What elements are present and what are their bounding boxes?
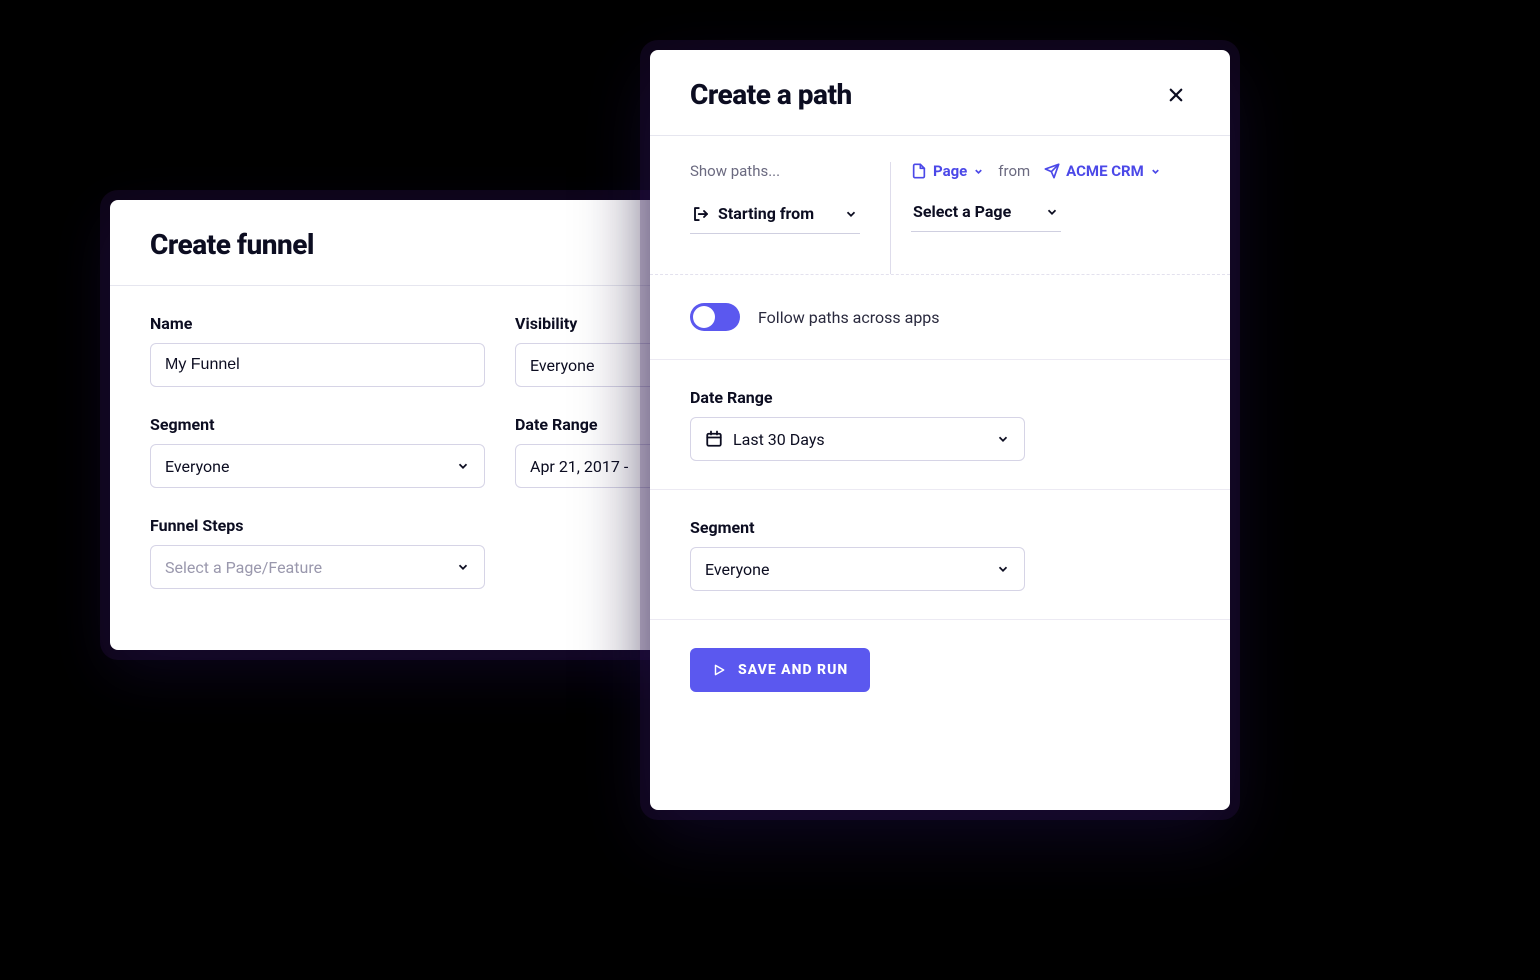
path-type-value: Page: [933, 162, 967, 180]
page-icon: [911, 163, 927, 179]
funnel-name-field[interactable]: [165, 356, 470, 374]
path-type-select[interactable]: Page: [911, 162, 984, 180]
show-paths-label: Show paths...: [690, 162, 870, 180]
funnel-steps-select[interactable]: Select a Page/Feature: [150, 545, 485, 589]
chevron-down-icon: [973, 166, 984, 177]
save-and-run-label: SAVE AND RUN: [738, 662, 848, 678]
chevron-down-icon: [456, 459, 470, 473]
calendar-icon: [705, 430, 723, 448]
close-button[interactable]: [1162, 81, 1190, 109]
chevron-down-icon: [1150, 166, 1161, 177]
chevron-down-icon: [844, 207, 858, 221]
select-page-value: Select a Page: [913, 202, 1011, 221]
path-title: Create a path: [690, 78, 852, 111]
path-app-value: ACME CRM: [1066, 162, 1144, 180]
from-label: from: [998, 162, 1030, 180]
create-path-modal: Create a path Show paths... Starting fro…: [650, 50, 1230, 810]
funnel-name-input[interactable]: [150, 343, 485, 387]
path-header: Create a path: [650, 50, 1230, 136]
funnel-segment-label: Segment: [150, 415, 485, 434]
send-icon: [1044, 163, 1060, 179]
chevron-down-icon: [996, 562, 1010, 576]
path-segment-value: Everyone: [705, 560, 984, 579]
funnel-segment-select[interactable]: Everyone: [150, 444, 485, 488]
exit-arrow-icon: [692, 205, 710, 223]
funnel-steps-placeholder: Select a Page/Feature: [165, 558, 444, 577]
save-and-run-button[interactable]: SAVE AND RUN: [690, 648, 870, 692]
funnel-segment-value: Everyone: [165, 457, 444, 476]
path-date-range-select[interactable]: Last 30 Days: [690, 417, 1025, 461]
select-page-dropdown[interactable]: Select a Page: [911, 192, 1061, 232]
path-date-range-label: Date Range: [690, 388, 1190, 407]
close-icon: [1167, 86, 1185, 104]
funnel-name-label: Name: [150, 314, 485, 333]
follow-paths-label: Follow paths across apps: [758, 308, 940, 327]
path-segment-select[interactable]: Everyone: [690, 547, 1025, 591]
chevron-down-icon: [456, 560, 470, 574]
follow-paths-toggle[interactable]: [690, 303, 740, 331]
play-icon: [712, 663, 726, 677]
toggle-knob: [693, 306, 715, 328]
path-app-select[interactable]: ACME CRM: [1044, 162, 1161, 180]
starting-from-select[interactable]: Starting from: [690, 194, 860, 234]
starting-from-value: Starting from: [718, 204, 814, 223]
path-segment-label: Segment: [690, 518, 1190, 537]
funnel-title: Create funnel: [150, 228, 314, 261]
vertical-divider: [890, 162, 891, 274]
path-date-range-value: Last 30 Days: [733, 430, 825, 449]
chevron-down-icon: [1045, 205, 1059, 219]
chevron-down-icon: [996, 432, 1010, 446]
